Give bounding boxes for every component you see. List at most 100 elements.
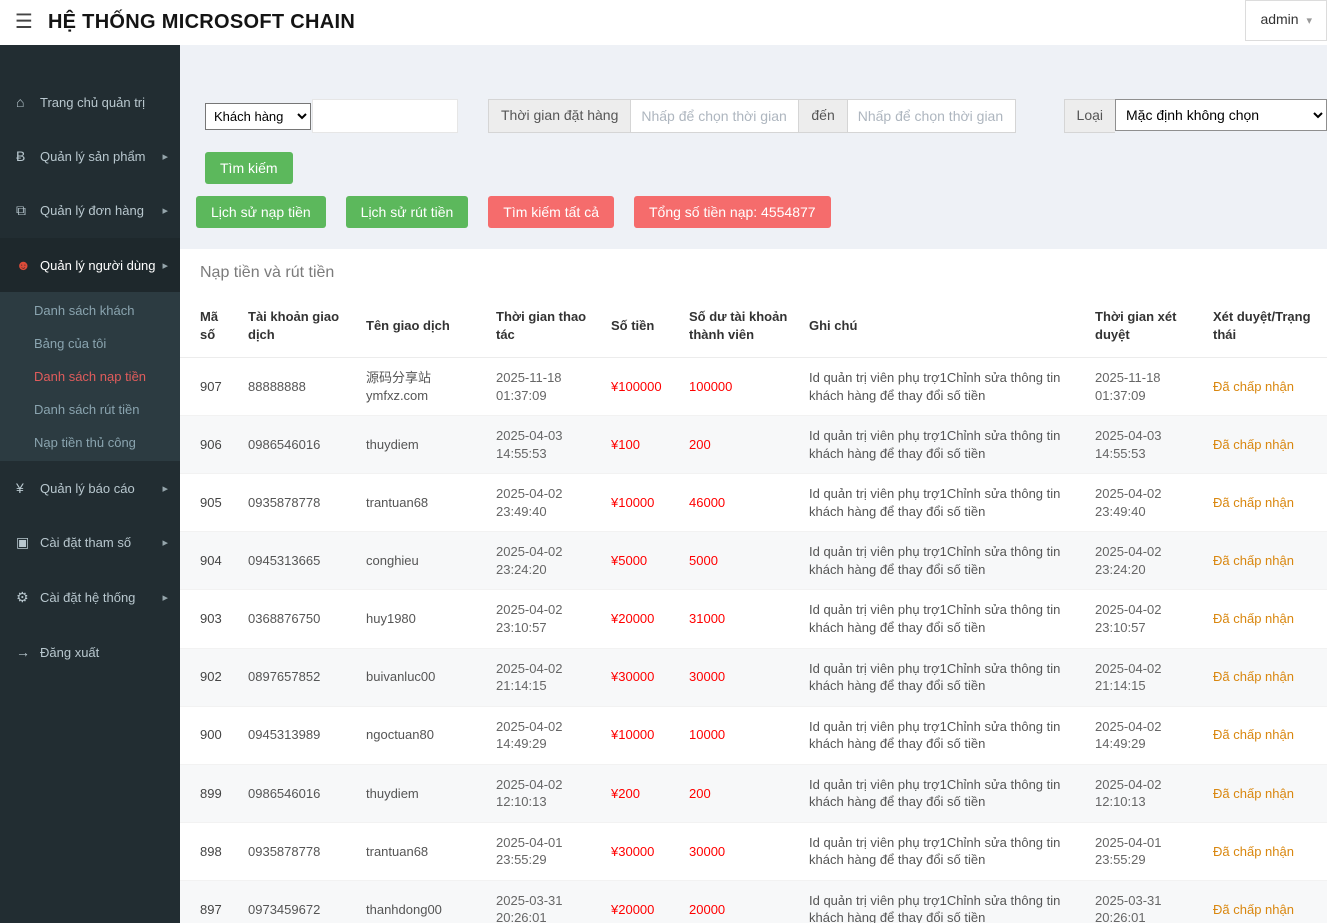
search-all-button[interactable]: Tìm kiếm tất cả [488, 196, 614, 228]
cell-id: 899 [180, 764, 238, 822]
cell-balance: 30000 [679, 822, 799, 880]
sidebar-subitem-my-table[interactable]: Bảng của tôi [0, 327, 180, 360]
sidebar-subitem-withdraw-list[interactable]: Danh sách rút tiền [0, 393, 180, 426]
cell-id: 898 [180, 822, 238, 880]
cell-note: Id quản trị viên phụ trợ1Chỉnh sửa thông… [799, 358, 1085, 416]
deposit-history-button[interactable]: Lịch sử nạp tiền [196, 196, 326, 228]
top-bar: ☰ HỆ THỐNG MICROSOFT CHAIN admin ▾ [0, 0, 1327, 45]
cell-account: 0986546016 [238, 764, 356, 822]
cell-balance: 30000 [679, 648, 799, 706]
cell-account: 0986546016 [238, 416, 356, 474]
sidebar-item-label: Quản lý báo cáo [40, 481, 135, 496]
bitcoin-icon: Ƀ [16, 148, 40, 164]
sidebar-item-label: Đăng xuất [40, 645, 99, 660]
cell-name: thuydiem [356, 416, 486, 474]
cell-amount: ¥20000 [601, 590, 679, 648]
cell-name: thuydiem [356, 764, 486, 822]
cell-note: Id quản trị viên phụ trợ1Chỉnh sửa thông… [799, 532, 1085, 590]
cell-balance: 200 [679, 764, 799, 822]
customer-filter-select[interactable]: Khách hàng [205, 103, 311, 130]
time-range-label: Thời gian đặt hàng [488, 99, 631, 133]
cell-time: 2025-11-18 01:37:09 [486, 358, 601, 416]
table-row: 902 0897657852 buivanluc00 2025-04-02 21… [180, 648, 1327, 706]
cell-amount: ¥30000 [601, 822, 679, 880]
panel-title: Nạp tiền và rút tiền [180, 249, 1327, 294]
sidebar-item-system-settings[interactable]: ⚙ Cài đặt hệ thống ▸ [0, 570, 180, 625]
cell-status: Đã chấp nhận [1203, 532, 1327, 590]
sidebar-item-orders[interactable]: ⧉ Quản lý đơn hàng ▸ [0, 183, 180, 238]
settings-icon: ▣ [16, 534, 40, 551]
withdraw-history-button[interactable]: Lịch sử rút tiền [346, 196, 469, 228]
app-viewport: ☰ HỆ THỐNG MICROSOFT CHAIN admin ▾ ⌂ Tra… [0, 0, 1327, 923]
cell-status: Đã chấp nhận [1203, 474, 1327, 532]
cell-amount: ¥100 [601, 416, 679, 474]
gears-icon: ⚙ [16, 589, 40, 606]
table-row: 904 0945313665 conghieu 2025-04-02 23:24… [180, 532, 1327, 590]
cell-note: Id quản trị viên phụ trợ1Chỉnh sửa thông… [799, 706, 1085, 764]
table-header-row: Mã số Tài khoản giao dịch Tên giao dịch … [180, 294, 1327, 358]
sidebar-subitem-deposit-list[interactable]: Danh sách nạp tiền [0, 360, 180, 393]
chevron-right-icon: ▸ [162, 259, 168, 272]
cell-account: 0897657852 [238, 648, 356, 706]
caret-down-icon: ▾ [1306, 15, 1312, 27]
customer-keyword-input[interactable] [312, 99, 458, 133]
table-row: 905 0935878778 trantuan68 2025-04-02 23:… [180, 474, 1327, 532]
search-button[interactable]: Tìm kiếm [205, 152, 293, 184]
type-filter-select[interactable]: Mặc định không chọn [1115, 99, 1327, 131]
sidebar-item-logout[interactable]: → Đăng xuất [0, 625, 180, 679]
cell-name: trantuan68 [356, 822, 486, 880]
table-row: 898 0935878778 trantuan68 2025-04-01 23:… [180, 822, 1327, 880]
col-header-time: Thời gian thao tác [486, 294, 601, 358]
user-name: admin [1260, 11, 1298, 27]
cell-account: 0973459672 [238, 880, 356, 923]
cell-note: Id quản trị viên phụ trợ1Chỉnh sửa thông… [799, 648, 1085, 706]
cell-account: 0368876750 [238, 590, 356, 648]
cell-status: Đã chấp nhận [1203, 880, 1327, 923]
time-to-input[interactable] [848, 99, 1016, 133]
cell-review-time: 2025-11-18 01:37:09 [1085, 358, 1203, 416]
sidebar-item-label: Quản lý sản phẩm [40, 149, 146, 164]
cell-id: 903 [180, 590, 238, 648]
action-row: Lịch sử nạp tiền Lịch sử rút tiền Tìm ki… [196, 196, 1327, 228]
deposit-table: Mã số Tài khoản giao dịch Tên giao dịch … [180, 294, 1327, 923]
deposit-table-body: 907 88888888 源码分享站 ymfxz.com 2025-11-18 … [180, 358, 1327, 923]
table-row: 907 88888888 源码分享站 ymfxz.com 2025-11-18 … [180, 358, 1327, 416]
dashboard-icon: ⌂ [16, 94, 40, 110]
chevron-right-icon: ▸ [162, 591, 168, 604]
sidebar-toggle-button[interactable]: ☰ [0, 0, 48, 45]
cell-name: buivanluc00 [356, 648, 486, 706]
col-header-status: Xét duyệt/Trạng thái [1203, 294, 1327, 358]
chevron-right-icon: ▸ [162, 482, 168, 495]
cell-status: Đã chấp nhận [1203, 590, 1327, 648]
cell-time: 2025-04-02 23:24:20 [486, 532, 601, 590]
cell-balance: 5000 [679, 532, 799, 590]
col-header-note: Ghi chú [799, 294, 1085, 358]
cell-id: 902 [180, 648, 238, 706]
chevron-right-icon: ▸ [162, 536, 168, 549]
cell-amount: ¥200 [601, 764, 679, 822]
cell-id: 900 [180, 706, 238, 764]
sidebar-item-label: Trang chủ quản trị [40, 95, 145, 110]
time-from-input[interactable] [631, 99, 799, 133]
user-menu[interactable]: admin ▾ [1245, 0, 1327, 41]
cell-id: 905 [180, 474, 238, 532]
sidebar-item-parameters[interactable]: ▣ Cài đặt tham số ▸ [0, 515, 180, 570]
cell-balance: 100000 [679, 358, 799, 416]
sidebar-item-users[interactable]: ☻ Quản lý người dùng ▸ [0, 238, 180, 292]
sidebar-subitem-customer-list[interactable]: Danh sách khách [0, 294, 180, 327]
sidebar-item-dashboard[interactable]: ⌂ Trang chủ quản trị [0, 75, 180, 129]
cell-id: 907 [180, 358, 238, 416]
yen-icon: ¥ [16, 480, 40, 496]
sidebar-subitem-manual-deposit[interactable]: Nạp tiền thủ công [0, 426, 180, 459]
cell-balance: 10000 [679, 706, 799, 764]
cell-time: 2025-04-03 14:55:53 [486, 416, 601, 474]
type-filter-group: Loại Mặc định không chọn [1064, 99, 1327, 133]
cell-amount: ¥20000 [601, 880, 679, 923]
sidebar-item-reports[interactable]: ¥ Quản lý báo cáo ▸ [0, 461, 180, 515]
cell-review-time: 2025-03-31 20:26:01 [1085, 880, 1203, 923]
sidebar-item-products[interactable]: Ƀ Quản lý sản phẩm ▸ [0, 129, 180, 183]
cell-time: 2025-04-02 23:49:40 [486, 474, 601, 532]
cell-name: conghieu [356, 532, 486, 590]
sidebar-item-label: Cài đặt tham số [40, 535, 131, 550]
sidebar-item-label: Cài đặt hệ thống [40, 590, 135, 605]
